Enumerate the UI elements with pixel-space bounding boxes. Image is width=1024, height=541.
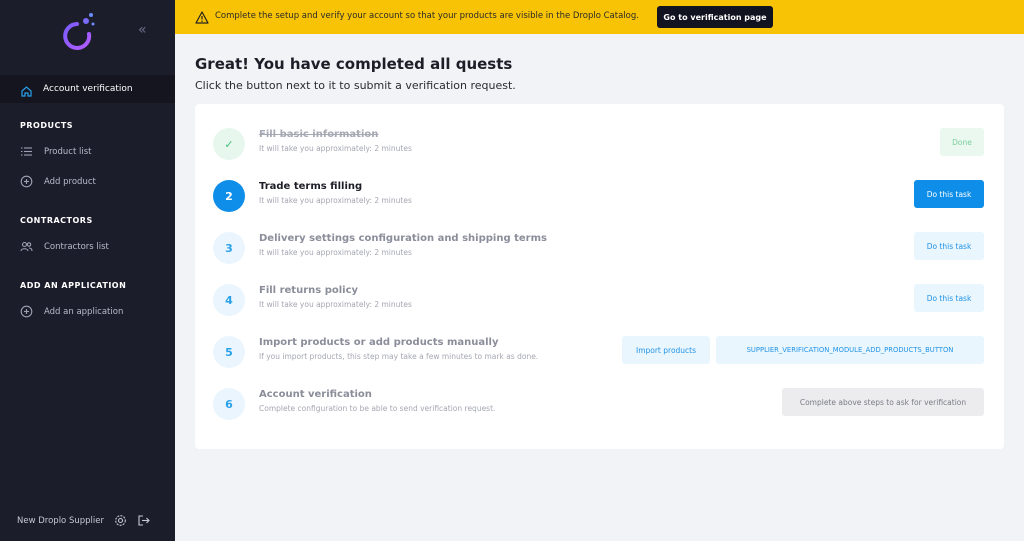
sidebar-item-label: Add product	[44, 176, 96, 187]
user-name: New Droplo Supplier	[17, 515, 104, 526]
gear-icon[interactable]	[114, 514, 127, 527]
task-title: Import products or add products manually	[259, 337, 499, 348]
sidebar-item-account-verification[interactable]: Account verification	[0, 75, 175, 103]
task-number-marker: 2	[213, 180, 245, 212]
sidebar-item-add-product[interactable]: Add product	[20, 175, 96, 188]
task-subtitle: It will take you approximately: 2 minute…	[259, 248, 412, 257]
sidebar-item-label: Account verification	[43, 84, 133, 94]
page-subtitle: Click the button next to it to submit a …	[195, 79, 516, 92]
task-number-marker: 4	[213, 284, 245, 316]
task-done-marker: ✓	[213, 128, 245, 160]
plus-circle-icon	[20, 175, 33, 188]
sidebar-item-label: Add an application	[44, 306, 124, 317]
task-subtitle: It will take you approximately: 2 minute…	[259, 196, 412, 205]
task-number-marker: 6	[213, 388, 245, 420]
home-icon	[20, 83, 33, 97]
users-icon	[20, 240, 33, 253]
sidebar-item-contractors-list[interactable]: Contractors list	[20, 240, 109, 253]
sidebar: « Account verification PRODUCTS Product …	[0, 0, 175, 541]
task-title: Delivery settings configuration and ship…	[259, 233, 547, 244]
list-icon	[20, 145, 33, 158]
do-this-task-button[interactable]: Do this task	[914, 180, 984, 208]
go-to-verification-button[interactable]: Go to verification page	[657, 6, 773, 28]
task-row: 6 Account verification Complete configur…	[195, 382, 1004, 434]
page-title: Great! You have completed all quests	[195, 55, 513, 73]
section-title-products: PRODUCTS	[20, 121, 74, 130]
sidebar-item-product-list[interactable]: Product list	[20, 145, 91, 158]
task-subtitle: If you import products, this step may ta…	[259, 352, 539, 361]
section-title-contractors: CONTRACTORS	[20, 216, 93, 225]
task-row: 3 Delivery settings configuration and sh…	[195, 226, 1004, 278]
user-row: New Droplo Supplier	[17, 514, 150, 527]
done-button[interactable]: Done	[940, 128, 984, 156]
request-verification-button[interactable]: Complete above steps to ask for verifica…	[782, 388, 984, 416]
collapse-sidebar-icon[interactable]: «	[138, 22, 147, 38]
task-number-marker: 3	[213, 232, 245, 264]
task-number-marker: 5	[213, 336, 245, 368]
verification-banner: Complete the setup and verify your accou…	[175, 0, 1024, 34]
do-this-task-button[interactable]: Do this task	[914, 284, 984, 312]
plus-circle-icon	[20, 305, 33, 318]
task-row: 4 Fill returns policy It will take you a…	[195, 278, 1004, 330]
do-this-task-button[interactable]: Do this task	[914, 232, 984, 260]
task-title: Fill basic information	[259, 129, 379, 140]
task-title: Fill returns policy	[259, 285, 359, 296]
section-title-add-application: ADD AN APPLICATION	[20, 281, 127, 290]
task-title: Account verification	[259, 389, 372, 400]
sidebar-item-label: Contractors list	[44, 241, 109, 252]
sidebar-item-add-application[interactable]: Add an application	[20, 305, 123, 318]
task-title: Trade terms filling	[259, 181, 363, 192]
droplo-logo-icon[interactable]	[60, 10, 100, 52]
quests-card: ✓ Fill basic information It will take yo…	[195, 104, 1004, 449]
task-row: 5 Import products or add products manual…	[195, 330, 1004, 382]
warning-icon	[195, 9, 209, 28]
task-subtitle: It will take you approximately: 2 minute…	[259, 144, 412, 153]
sidebar-item-label: Product list	[44, 146, 92, 157]
task-row: ✓ Fill basic information It will take yo…	[195, 122, 1004, 174]
task-subtitle: It will take you approximately: 2 minute…	[259, 300, 412, 309]
add-products-button[interactable]: SUPPLIER_VERIFICATION_MODULE_ADD_PRODUCT…	[716, 336, 984, 364]
logout-icon[interactable]	[137, 514, 150, 527]
task-subtitle: Complete configuration to be able to sen…	[259, 404, 496, 413]
banner-message: Complete the setup and verify your accou…	[215, 11, 639, 21]
task-row: 2 Trade terms filling It will take you a…	[195, 174, 1004, 226]
import-products-button[interactable]: Import products	[622, 336, 710, 364]
